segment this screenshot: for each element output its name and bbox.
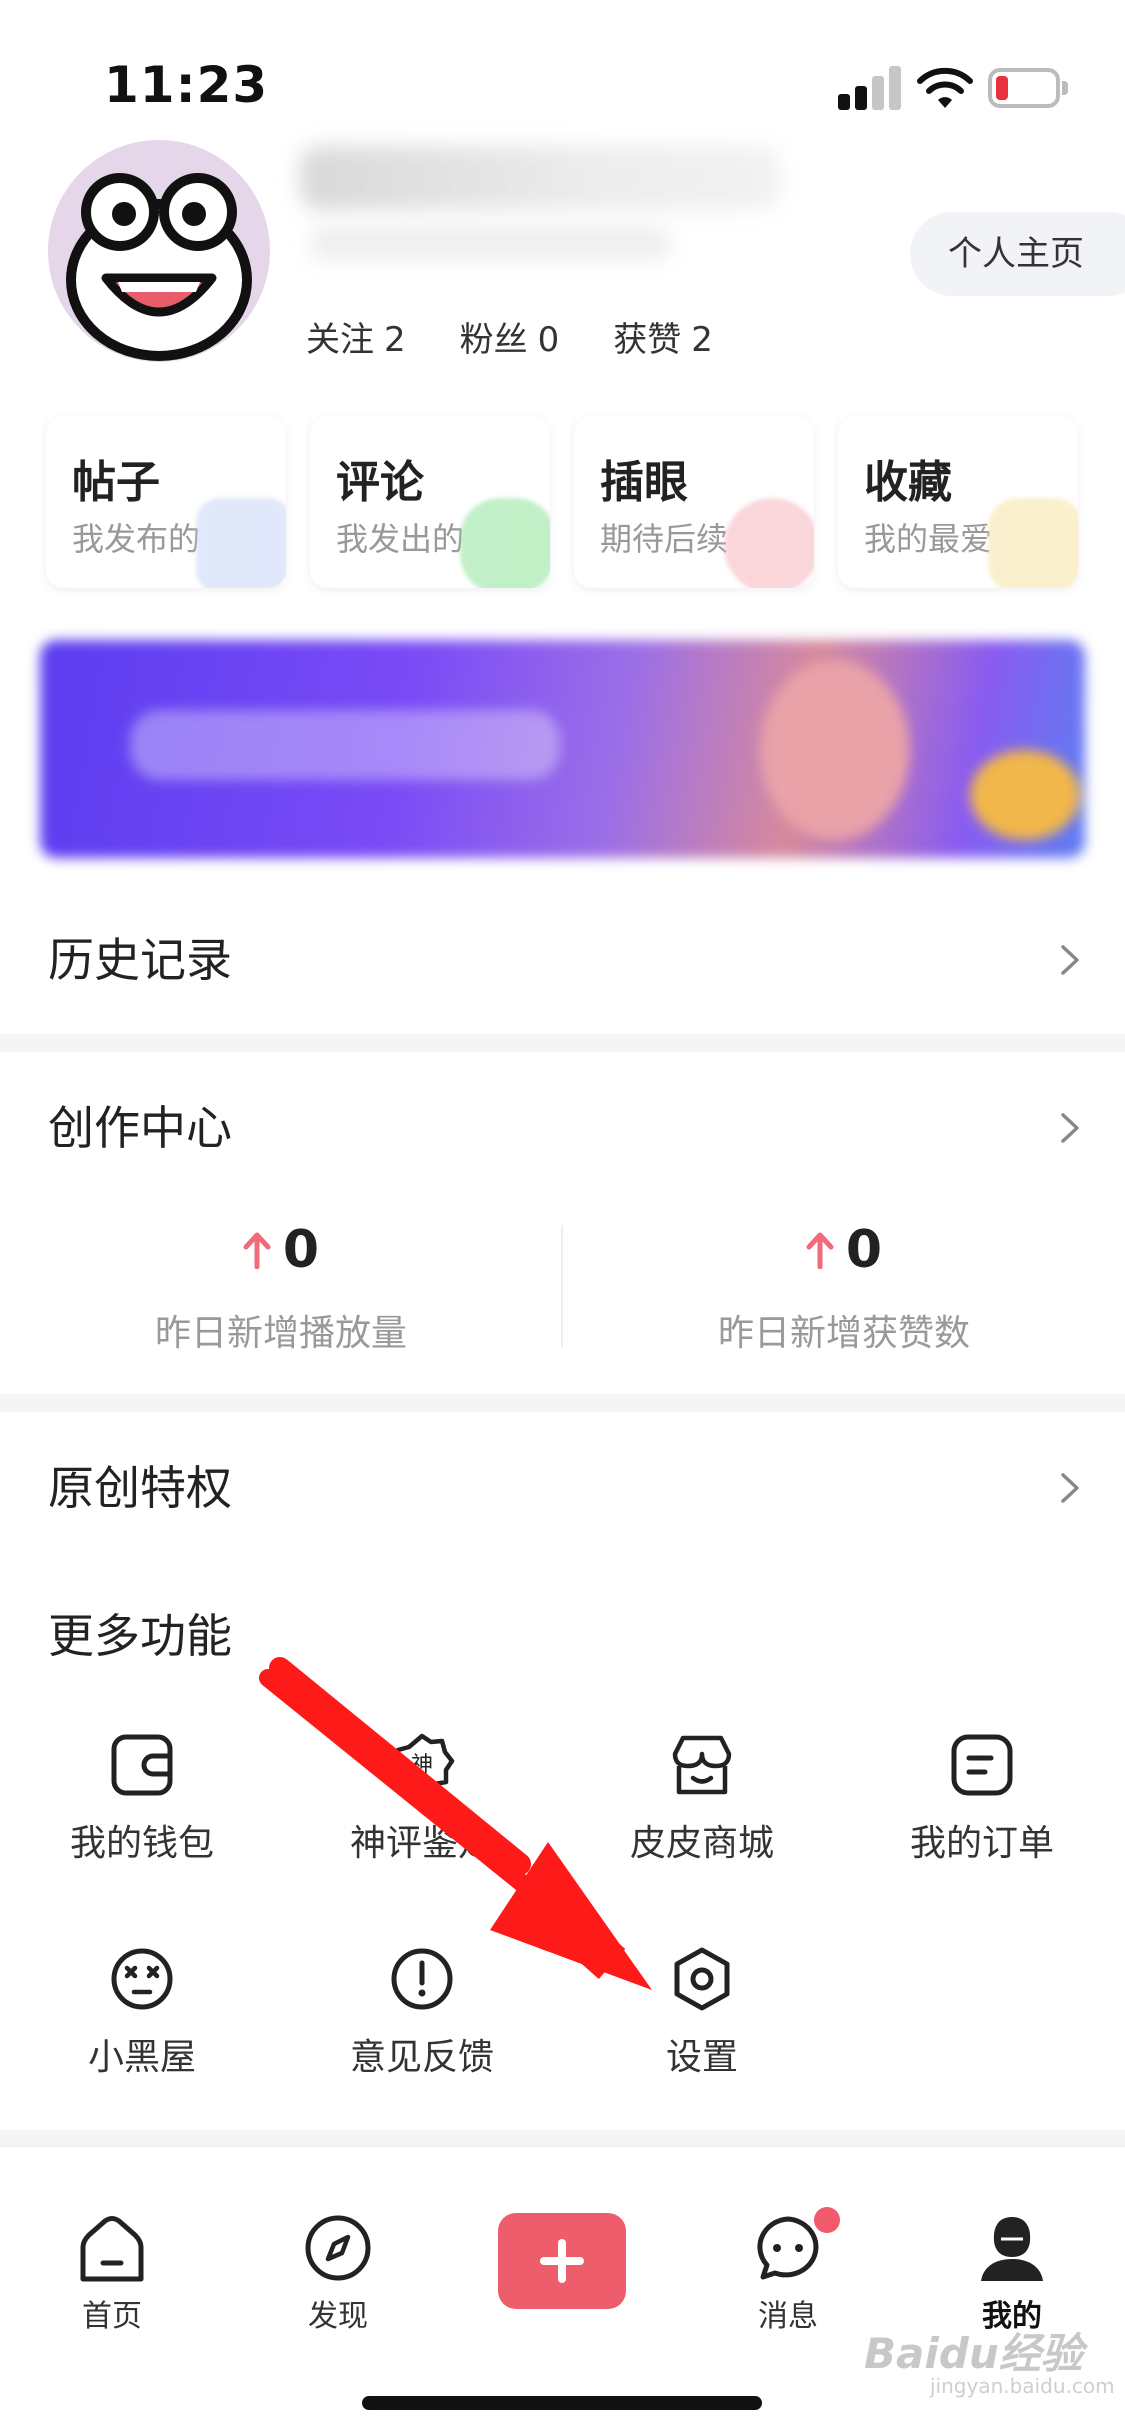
frog-avatar-icon [66,173,252,361]
func-label: 意见反馈 [349,2037,494,2078]
metric-caption: 昨日新增播放量 [154,1313,407,1354]
user-subtitle-blurred [310,226,670,260]
func-label: 设置 [665,2037,738,2078]
stat-value: 2 [384,320,406,360]
compass-icon [305,2215,371,2281]
badge-icon-text: 神 [411,1753,433,1778]
func-label: 皮皮商城 [629,1823,774,1864]
func-label: 我的钱包 [69,1823,214,1864]
more-functions-title: 更多功能 [48,1609,232,1663]
metric-value: 0 [282,1220,320,1280]
card-subtitle: 我发布的 [72,520,201,558]
card-subtitle: 我的最爱 [864,520,993,558]
card-subtitle: 期待后续 [600,520,729,558]
chevron-right-icon [1061,1113,1079,1143]
baidu-watermark-url: jingyan.baidu.com [930,2374,1115,2398]
badge-icon: 神 [390,1733,455,1796]
section-separator [0,1394,1125,1412]
func-orders[interactable]: 我的订单 [842,1732,1122,1872]
metric-plays[interactable]: 0 昨日新增播放量 [0,1210,562,1390]
card-comments[interactable]: 评论 我发出的 [310,416,550,588]
card-posts[interactable]: 帖子 我发布的 [46,416,286,588]
section-separator [0,2130,1125,2146]
profile-stats: 关注 2 粉丝 0 获赞 2 [306,312,713,361]
func-label: 神评鉴定 [349,1823,494,1864]
exclamation-icon [391,1948,453,2010]
star-deco-icon [988,498,1078,588]
post-deco-icon [196,498,286,588]
stat-label: 粉丝 [459,320,528,360]
username-blurred [300,146,780,210]
func-settings[interactable]: 设置 [562,1946,842,2086]
notification-dot [814,2207,840,2233]
stat-value: 0 [537,320,560,360]
stat-following[interactable]: 关注 2 [306,312,406,361]
func-god-comment[interactable]: 神 神评鉴定 [282,1732,562,1872]
signal-icon [838,66,902,110]
card-bookmark-eye[interactable]: 插眼 期待后续 [574,416,814,588]
tab-label: 首页 [82,2299,142,2334]
chevron-right-icon [1061,1473,1079,1503]
func-feedback[interactable]: 意见反馈 [282,1946,562,2086]
battery-icon [988,68,1068,108]
history-label: 历史记录 [48,933,232,987]
card-title: 帖子 [72,457,160,508]
shop-icon [672,1735,732,1795]
section-separator [0,1034,1125,1052]
func-wallet[interactable]: 我的钱包 [2,1732,282,1872]
wifi-icon [917,67,973,108]
tab-messages[interactable]: 消息 [708,2213,868,2335]
func-label: 小黑屋 [87,2037,196,2078]
metric-value: 0 [845,1220,883,1280]
history-row[interactable]: 历史记录 [0,890,1125,1030]
order-icon [951,1734,1013,1796]
tab-me[interactable]: 我的 [932,2213,1092,2335]
card-title: 插眼 [600,457,688,508]
comment-deco-icon [460,498,550,588]
stat-value: 2 [691,320,713,360]
personal-homepage-button[interactable]: 个人主页 [910,212,1125,296]
profile-icon [981,2217,1043,2281]
up-arrow-icon [243,1232,271,1269]
eye-deco-icon [724,498,814,588]
home-indicator[interactable] [362,2396,762,2410]
metric-likes[interactable]: 0 昨日新增获赞数 [563,1210,1125,1390]
original-privilege-row[interactable]: 原创特权 [0,1418,1125,1558]
creation-center-label: 创作中心 [48,1101,232,1155]
promo-banner-blurred[interactable] [40,640,1085,858]
home-icon [80,2216,144,2282]
card-title: 评论 [336,457,424,508]
stat-label: 获赞 [613,320,682,360]
avatar[interactable] [48,140,270,362]
tab-discover[interactable]: 发现 [258,2213,418,2335]
original-privilege-label: 原创特权 [48,1461,232,1515]
baidu-watermark: Baidu经验 [864,2329,1083,2378]
card-favorites[interactable]: 收藏 我的最爱 [838,416,1078,588]
stat-followers[interactable]: 粉丝 0 [460,312,560,361]
card-subtitle: 我发出的 [336,520,465,558]
up-arrow-icon [806,1232,834,1269]
status-bar: 11:23 [0,0,1125,140]
dizzy-face-icon [111,1948,173,2010]
func-blackroom[interactable]: 小黑屋 [2,1946,282,2086]
creation-center-row[interactable]: 创作中心 [0,1058,1125,1198]
func-label: 我的订单 [909,1823,1054,1864]
stat-likes[interactable]: 获赞 2 [613,312,713,361]
metric-caption: 昨日新增获赞数 [717,1313,970,1354]
status-time: 11:23 [104,56,269,114]
wallet-icon [111,1734,173,1796]
stat-label: 关注 [306,320,374,360]
tab-label: 消息 [758,2299,818,2334]
quick-cards: 帖子 我发布的 评论 我发出的 插眼 期待后续 收藏 我的最爱 [46,416,1080,588]
card-title: 收藏 [864,457,952,508]
tab-home[interactable]: 首页 [32,2213,192,2335]
func-shop[interactable]: 皮皮商城 [562,1732,842,1872]
create-post-plus-button[interactable] [498,2213,626,2309]
settings-hexagon-icon [674,1947,730,2011]
tab-label: 发现 [308,2299,368,2334]
chat-bubble-icon [757,2216,819,2280]
chevron-right-icon [1061,945,1079,975]
